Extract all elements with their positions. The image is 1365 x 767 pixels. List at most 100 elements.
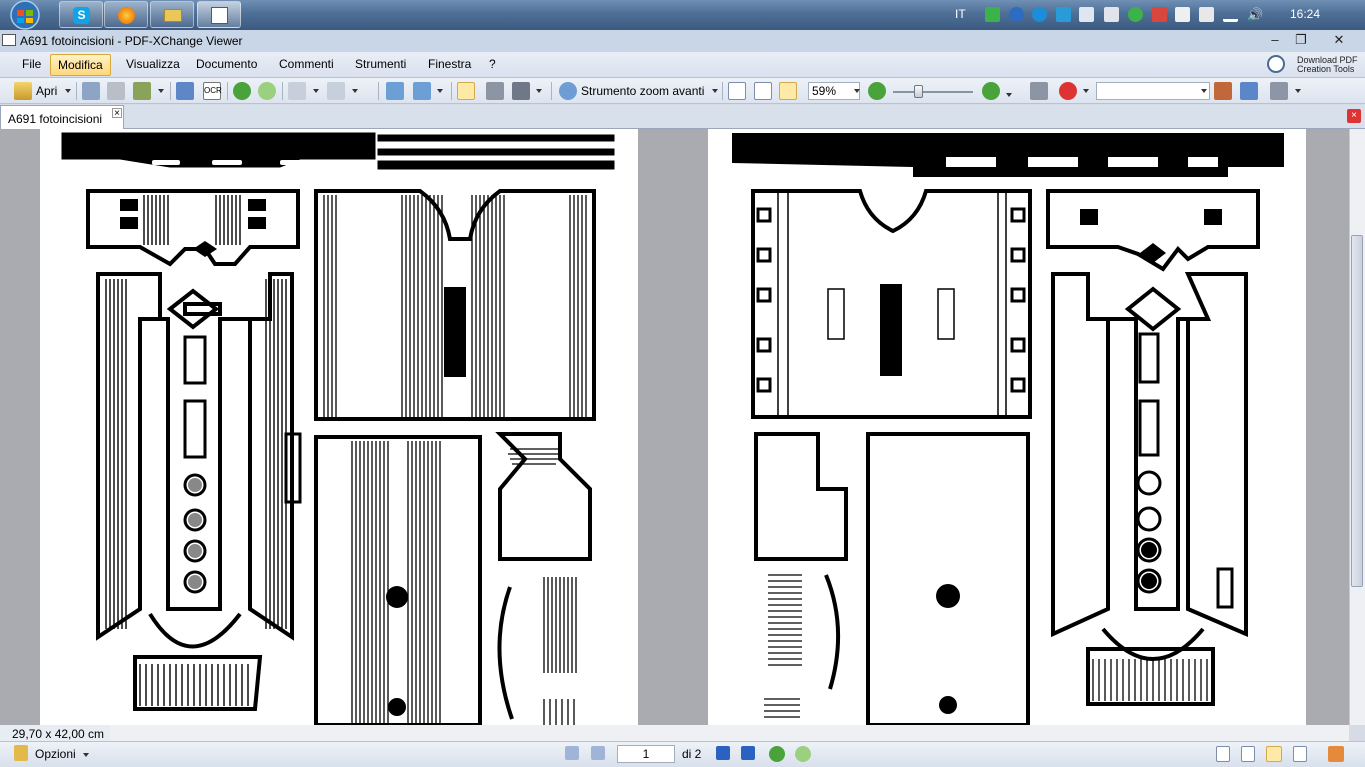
pages-dropdown-icon[interactable] <box>437 89 443 93</box>
menu-finestra[interactable]: Finestra <box>424 57 475 74</box>
menu-modifica[interactable]: Modifica <box>50 54 111 76</box>
next-page-icon[interactable] <box>716 746 730 760</box>
language-indicator[interactable]: IT <box>955 7 966 21</box>
tray-link-icon[interactable] <box>1079 7 1094 22</box>
tray-drive-icon[interactable] <box>1056 7 1071 22</box>
back-icon[interactable] <box>233 82 251 100</box>
open-dropdown-icon[interactable] <box>65 89 71 93</box>
undo-icon[interactable] <box>288 82 306 100</box>
snapshot-icon[interactable] <box>486 82 504 100</box>
fit-page-icon[interactable] <box>754 82 772 100</box>
menu-visualizza[interactable]: Visualizza <box>122 57 184 74</box>
customize-icon[interactable] <box>1270 82 1288 100</box>
firefox-taskbar-button[interactable] <box>104 1 148 28</box>
menu-file[interactable]: File <box>18 57 45 74</box>
first-page-icon[interactable] <box>565 746 579 760</box>
hand-tool-icon[interactable] <box>457 82 475 100</box>
pages-icon[interactable] <box>413 82 431 100</box>
menu-strumenti[interactable]: Strumenti <box>351 57 410 74</box>
zoom-level-input[interactable]: 59% <box>808 82 860 100</box>
network-signal-icon[interactable] <box>1223 7 1238 22</box>
export-dropdown-icon[interactable] <box>158 89 164 93</box>
start-button[interactable] <box>3 0 47 30</box>
volume-icon[interactable]: 🔊 <box>1247 7 1263 22</box>
rotate-icon[interactable] <box>386 82 404 100</box>
tray-app-icon[interactable] <box>985 7 1000 22</box>
document-tab[interactable]: A691 fotoincisioni × <box>0 105 124 129</box>
select-dropdown-icon[interactable] <box>536 89 542 93</box>
menu-documento[interactable]: Documento <box>192 57 261 74</box>
ask-icon[interactable] <box>1059 82 1077 100</box>
pdf-viewer-taskbar-button[interactable] <box>197 1 241 28</box>
status-forward-icon[interactable] <box>795 746 811 762</box>
zoom-in-icon[interactable] <box>982 82 1000 100</box>
tray-security-icon[interactable] <box>1128 7 1143 22</box>
tray-device-icon[interactable] <box>1199 7 1214 22</box>
toolbar-separator <box>76 82 77 100</box>
search-options-icon[interactable] <box>1240 82 1258 100</box>
search-input[interactable] <box>1096 82 1210 100</box>
scan-icon[interactable] <box>176 82 194 100</box>
zoom-in-tool-icon[interactable] <box>559 82 577 100</box>
ocr-icon[interactable]: OCR <box>203 82 222 100</box>
tray-flag-icon[interactable] <box>1175 7 1190 22</box>
toolbar-separator <box>551 82 552 100</box>
minimize-button[interactable]: – <box>1262 31 1288 49</box>
zoom-tool-dropdown-icon[interactable] <box>712 89 718 93</box>
actual-size-icon[interactable] <box>728 82 746 100</box>
open-folder-icon[interactable] <box>14 82 32 100</box>
single-page-icon[interactable] <box>1216 746 1230 762</box>
redo-dropdown-icon[interactable] <box>352 89 358 93</box>
close-tab-icon[interactable]: × <box>112 108 122 119</box>
print-icon[interactable] <box>107 82 125 100</box>
zoom-slider-track[interactable] <box>893 91 973 93</box>
options-button[interactable]: Opzioni <box>35 747 76 761</box>
zoom-slider-thumb[interactable] <box>914 85 923 98</box>
search-dropdown-icon[interactable] <box>1201 89 1207 93</box>
window-title: A691 fotoincisioni - PDF-XChange Viewer <box>20 34 243 48</box>
forward-icon[interactable] <box>258 82 276 100</box>
close-document-icon[interactable]: × <box>1347 109 1361 123</box>
tray-browser-icon[interactable] <box>1009 7 1024 22</box>
fit-width-icon[interactable] <box>779 82 797 100</box>
view-icon[interactable] <box>1030 82 1048 100</box>
menu-commenti[interactable]: Commenti <box>275 57 338 74</box>
download-pdf-tools-button[interactable]: Download PDF Creation Tools <box>1265 53 1363 77</box>
current-page-input[interactable]: 1 <box>617 745 675 763</box>
status-back-icon[interactable] <box>769 746 785 762</box>
zoom-tool-label[interactable]: Strumento zoom avanti <box>581 84 704 98</box>
menu-help[interactable]: ? <box>485 57 500 74</box>
open-button-label[interactable]: Apri <box>36 84 57 98</box>
options-icon[interactable] <box>14 745 28 761</box>
tray-tool-icon[interactable] <box>1152 7 1167 22</box>
options-dropdown-icon[interactable] <box>83 753 89 757</box>
previous-page-icon[interactable] <box>591 746 605 760</box>
customize-dropdown-icon[interactable] <box>1295 89 1301 93</box>
status-tools-icon[interactable] <box>1328 746 1344 762</box>
export-icon[interactable] <box>133 82 151 100</box>
document-view[interactable] <box>0 129 1349 725</box>
redo-icon[interactable] <box>327 82 345 100</box>
last-page-icon[interactable] <box>741 746 755 760</box>
maximize-button[interactable]: ❐ <box>1288 31 1314 49</box>
skype-taskbar-button[interactable]: S <box>59 1 103 28</box>
vertical-scrollbar-thumb[interactable] <box>1351 235 1363 587</box>
find-icon[interactable] <box>1214 82 1232 100</box>
continuous-page-icon[interactable] <box>1241 746 1255 762</box>
tray-monitor-icon[interactable] <box>1104 7 1119 22</box>
tray-update-icon[interactable] <box>1032 7 1047 22</box>
facing-pages-icon[interactable] <box>1266 746 1282 762</box>
zoom-level-dropdown-icon[interactable] <box>854 89 860 93</box>
zoom-out-icon[interactable] <box>868 82 886 100</box>
close-window-button[interactable]: ✕ <box>1326 31 1352 49</box>
explorer-taskbar-button[interactable] <box>150 1 194 28</box>
select-text-icon[interactable] <box>512 82 530 100</box>
zoom-in-dropdown-icon[interactable] <box>1006 93 1012 97</box>
continuous-facing-icon[interactable] <box>1293 746 1307 762</box>
ask-dropdown-icon[interactable] <box>1083 89 1089 93</box>
save-icon[interactable] <box>82 82 100 100</box>
horizontal-scrollbar[interactable] <box>110 725 1349 741</box>
clock[interactable]: 16:24 <box>1290 7 1320 21</box>
page-size-label: 29,70 x 42,00 cm <box>12 727 105 741</box>
undo-dropdown-icon[interactable] <box>313 89 319 93</box>
